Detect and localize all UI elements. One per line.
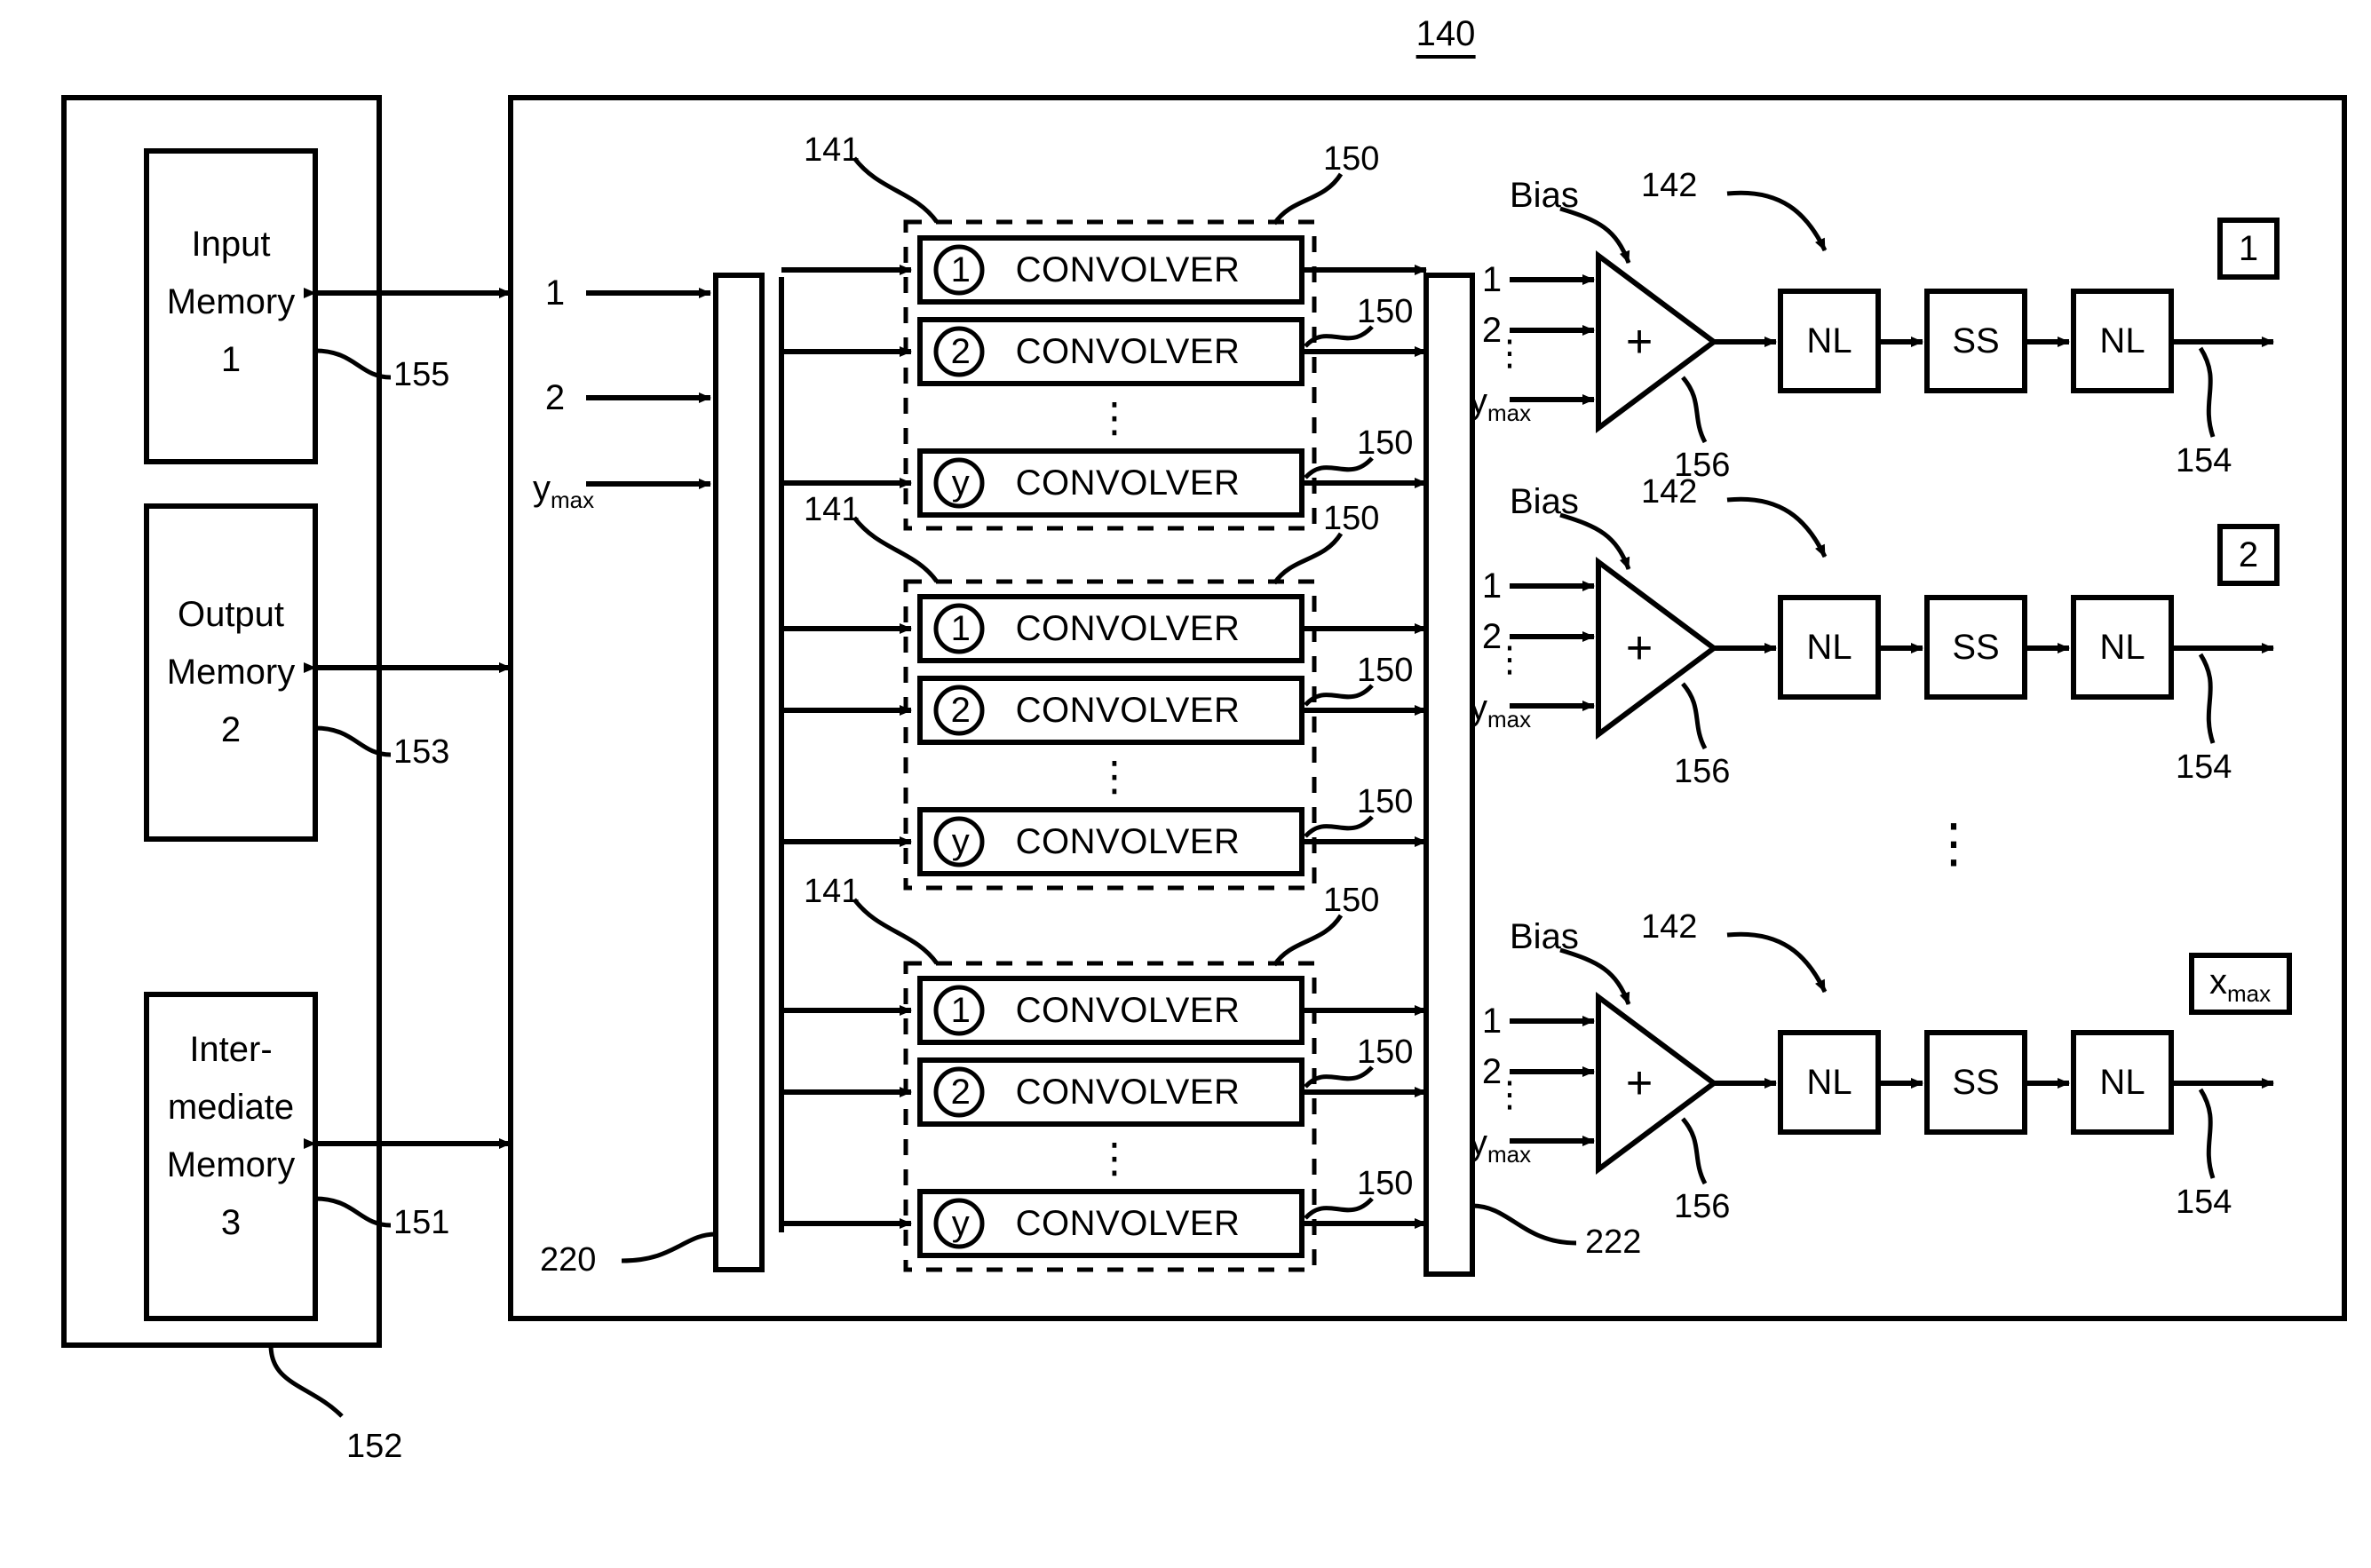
output-memory-line2: Memory [166,653,296,692]
convolver-index: 2 [950,691,971,730]
bias-label: Bias [1510,917,1579,956]
adder-plus-symbol: + [1625,622,1653,674]
adder-input-1: 1 [1481,260,1503,299]
ref-150: 150 [1357,1165,1414,1202]
ref-151: 151 [393,1204,450,1241]
ref-150: 150 [1357,424,1414,462]
ref-220: 220 [540,1241,597,1279]
stage-nl-2: NL [2099,321,2145,360]
ref-154: 154 [2176,748,2232,786]
ref-156: 156 [1674,1188,1731,1225]
stage-nl-1: NL [1806,628,1852,667]
convolver-index: 2 [950,1073,971,1112]
channel-ellipsis: ⋮ [1927,813,1980,873]
convolver-label: CONVOLVER [1015,1073,1241,1112]
convolver-group-ellipsis: ⋮ [1094,394,1135,440]
convolver-label: CONVOLVER [1015,609,1241,648]
channel-output-xmax: xmax [2209,962,2272,1007]
stage-nl-2: NL [2099,628,2145,667]
stage-ss: SS [1952,628,2000,667]
input-memory-line1: Input [191,225,271,264]
convolver-index: 2 [950,332,971,371]
ref-141: 141 [804,491,860,528]
convolver-label: CONVOLVER [1015,332,1241,371]
input-label-ymax: ymax [533,469,595,513]
stage-ss: SS [1952,321,2000,360]
convolver-label: CONVOLVER [1015,1204,1241,1243]
convolver-index: y [951,463,971,503]
bias-label: Bias [1510,482,1579,521]
ref-141: 141 [804,873,860,910]
ref-142: 142 [1641,473,1698,511]
intermediate-memory-index: 3 [220,1203,242,1242]
ref-150: 150 [1357,1033,1414,1071]
ref-154: 154 [2176,442,2232,479]
intermediate-memory-line2: mediate [167,1088,295,1127]
convolver-group-ellipsis: ⋮ [1094,753,1135,799]
figure-number: 140 [1415,16,1476,59]
convolver-group-ellipsis: ⋮ [1094,1135,1135,1181]
figure-canvas: 140 Input Memory 1 Output Memory 2 Inter… [0,0,2371,1568]
ref-155: 155 [393,356,450,393]
convolver-label: CONVOLVER [1015,991,1241,1030]
channel-output-index: 2 [2238,535,2259,574]
adder-input-ellipsis: ⋮ [1492,334,1527,373]
stage-nl-2: NL [2099,1063,2145,1102]
intermediate-memory-line1: Inter- [189,1030,273,1069]
ref-222: 222 [1585,1224,1642,1261]
stage-nl-1: NL [1806,1063,1852,1102]
ref-142: 142 [1641,167,1698,204]
adder-input-ymax: ymax [1470,688,1532,733]
ref-153: 153 [393,733,450,771]
ref-156: 156 [1674,753,1731,790]
diagram-vector-layer [61,95,2347,1418]
convolver-index: 1 [950,609,971,648]
convolver-index: y [951,822,971,861]
adder-input-ymax: ymax [1470,382,1532,426]
input-memory-index: 1 [220,340,242,379]
ref-154: 154 [2176,1184,2232,1221]
input-label-2: 2 [544,378,566,417]
convolver-index: y [951,1204,971,1243]
ref-142: 142 [1641,908,1698,946]
ref-150: 150 [1323,140,1380,178]
input-label-1: 1 [544,273,566,313]
adder-input-ellipsis: ⋮ [1492,1075,1527,1114]
stage-ss: SS [1952,1063,2000,1102]
adder-plus-symbol: + [1625,1057,1653,1109]
convolver-index: 1 [950,991,971,1030]
stage-nl-1: NL [1806,321,1852,360]
adder-plus-symbol: + [1625,316,1653,368]
convolver-label: CONVOLVER [1015,691,1241,730]
output-memory-index: 2 [220,710,242,749]
ref-150: 150 [1357,652,1414,689]
adder-input-1: 1 [1481,1002,1503,1041]
input-memory-line2: Memory [166,282,296,321]
convolver-label: CONVOLVER [1015,250,1241,289]
intermediate-memory-line3: Memory [166,1145,296,1184]
channel-output-index: 1 [2238,229,2259,268]
output-memory-line1: Output [177,595,285,634]
adder-input-ymax: ymax [1470,1123,1532,1168]
ref-150: 150 [1357,293,1414,330]
convolver-index: 1 [950,250,971,289]
convolver-label: CONVOLVER [1015,463,1241,503]
adder-input-ellipsis: ⋮ [1492,640,1527,679]
ref-141: 141 [804,131,860,169]
ref-150: 150 [1323,882,1380,919]
ref-152: 152 [346,1428,403,1465]
convolver-label: CONVOLVER [1015,822,1241,861]
ref-150: 150 [1323,500,1380,537]
ref-150: 150 [1357,783,1414,820]
adder-input-1: 1 [1481,566,1503,606]
bias-label: Bias [1510,176,1579,215]
